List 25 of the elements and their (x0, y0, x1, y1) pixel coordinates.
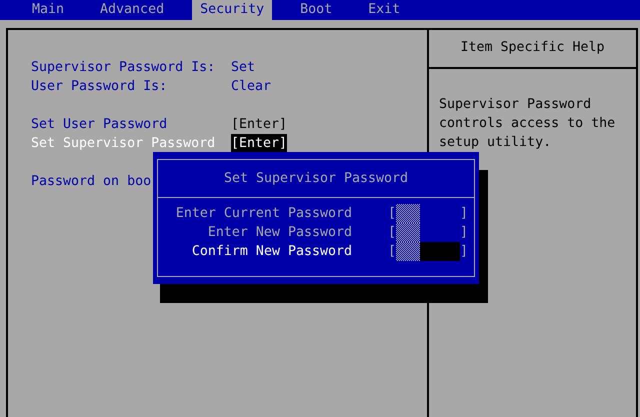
field-label: Confirm New Password (190, 243, 352, 261)
bracket: ] (460, 243, 468, 261)
bracket: [ (388, 205, 396, 223)
field-label: Enter Current Password (174, 205, 352, 223)
menu-tab[interactable]: Security (192, 0, 272, 20)
field-label: Enter New Password (206, 224, 352, 242)
setting-label[interactable]: Set User Password (31, 115, 231, 134)
setting-label: Supervisor Password Is: (31, 59, 216, 77)
menu-tab[interactable]: Boot (292, 0, 340, 20)
bracket: ] (460, 224, 468, 242)
bracket: ] (460, 205, 468, 223)
help-text: Supervisor Password controls access to the setup utility. (438, 96, 616, 152)
menu-tab[interactable]: Exit (360, 0, 408, 20)
bracket: [ (388, 224, 396, 242)
menu-tab[interactable]: Advanced (92, 0, 172, 20)
enter-option[interactable]: [Enter] (231, 134, 288, 153)
help-title: Item Specific Help (429, 30, 636, 69)
setting-value: Clear (231, 78, 272, 96)
password-field[interactable] (396, 242, 460, 261)
enter-option[interactable]: [Enter] (231, 115, 288, 134)
bracket: [ (388, 243, 396, 261)
setting-label: User Password Is: (31, 78, 168, 96)
dialog-title: Set Supervisor Password (158, 160, 474, 198)
setting-value: Set (231, 59, 256, 77)
menu-tab[interactable]: Main (24, 0, 72, 20)
